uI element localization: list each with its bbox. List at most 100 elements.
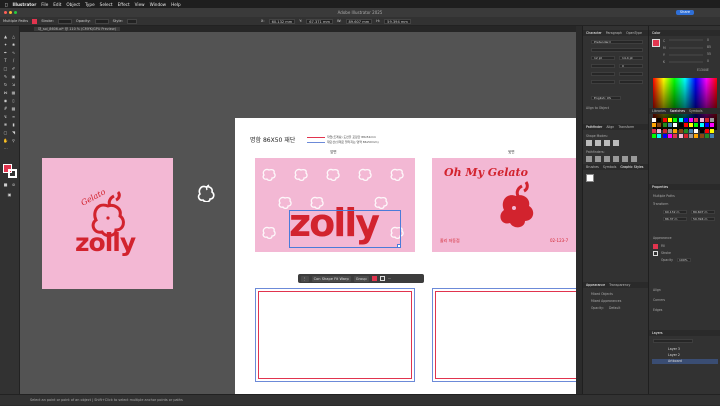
swatch-chip[interactable] [683, 118, 688, 122]
appearance-opacity-value[interactable]: Default [609, 306, 620, 310]
ctx-more-icon[interactable]: ⋯ [388, 277, 392, 281]
swatch-chip[interactable] [699, 133, 704, 138]
lasso-tool-icon[interactable]: ❀ [11, 42, 16, 47]
swatch-chip[interactable] [678, 133, 683, 138]
slice-tool-icon[interactable]: ◥ [11, 130, 16, 135]
swatch-chip[interactable] [667, 133, 672, 138]
menu-window[interactable]: Window [150, 2, 167, 7]
swatch-chip[interactable] [652, 118, 656, 122]
prop-y-field[interactable]: 86.37 m [663, 217, 687, 221]
yellow-slider[interactable] [669, 54, 703, 56]
tab-color[interactable]: Color [652, 30, 660, 36]
y-field[interactable]: 67.371 mm [306, 18, 333, 24]
type-tool-icon[interactable]: T [3, 58, 8, 63]
swatch-chip[interactable] [705, 133, 709, 138]
menu-view[interactable]: View [135, 2, 145, 7]
swatch-chip[interactable] [705, 128, 709, 133]
intersect-icon[interactable] [604, 140, 610, 146]
swatch-chip[interactable] [694, 128, 699, 133]
menu-help[interactable]: Help [171, 2, 181, 7]
scale-tool-icon[interactable]: ⇲ [11, 82, 16, 87]
swatch-chip[interactable] [694, 118, 699, 122]
tracking-field[interactable]: 0 [619, 64, 643, 68]
rectangle-tool-icon[interactable]: □ [3, 66, 8, 71]
swatch-chip[interactable] [683, 128, 688, 133]
h-field[interactable]: 59.394 mm [384, 18, 411, 24]
ctx-color-icon[interactable] [371, 276, 377, 281]
prop-h-field[interactable]: 59.394 m [691, 217, 715, 221]
artboard-tool-icon[interactable]: ▢ [3, 130, 8, 135]
gradient-tool-icon[interactable]: ▩ [11, 106, 16, 111]
symbol-sprayer-tool-icon[interactable]: ❋ [3, 122, 8, 127]
card-back[interactable]: Oh My Gelato 졸리 저동점 02-123-7 [432, 158, 576, 252]
card-empty-left[interactable] [255, 288, 415, 382]
font-family-field[interactable]: Pretendard [591, 40, 643, 44]
apple-icon[interactable]:  [5, 2, 8, 7]
swatch-chip[interactable] [689, 128, 694, 133]
font-style-field[interactable] [591, 48, 643, 52]
tab-swatches[interactable]: Swatches [670, 108, 685, 114]
swatch-chip[interactable] [699, 118, 704, 122]
tab-symbols[interactable]: Symbols [603, 164, 617, 170]
swatch-chip[interactable] [689, 118, 694, 122]
menu-effect[interactable]: Effect [118, 2, 130, 7]
perspective-grid-tool-icon[interactable]: ▯ [11, 98, 16, 103]
swatch-chip[interactable] [678, 128, 683, 133]
w-field[interactable]: 89.607 mm [345, 18, 373, 24]
x-field[interactable]: 60.132 mm [268, 18, 296, 24]
layer-row-1[interactable]: Layer 3 [652, 347, 718, 352]
font-size-field[interactable]: 12 pt [591, 56, 615, 60]
swatch-chip[interactable] [678, 118, 683, 122]
screen-mode-icon[interactable]: ▣ [7, 192, 12, 197]
swatch-chip[interactable] [699, 128, 704, 133]
tab-appearance[interactable]: Appearance [586, 282, 605, 288]
pen-tool-icon[interactable]: ✒ [3, 50, 8, 55]
kerning-field[interactable] [591, 64, 615, 68]
baseline-shift-field[interactable] [591, 80, 615, 84]
graphic-style-default[interactable] [586, 174, 594, 182]
canvas[interactable]: Gelato zolly 명함 86X50 재단 작업(트레팅) 도련을 포함한… [20, 32, 576, 394]
swatch-chip[interactable] [673, 123, 678, 128]
color-panel-fill-swatch[interactable] [652, 39, 660, 47]
swatch-chip[interactable] [662, 118, 667, 122]
menu-type[interactable]: Type [85, 2, 95, 7]
magenta-value[interactable]: 85 [707, 45, 711, 49]
swatch-chip[interactable] [652, 133, 656, 138]
line-tool-icon[interactable]: / [11, 58, 16, 63]
swatch-chip[interactable] [678, 123, 683, 128]
document-tab[interactable]: 대_sol_8606.ai* @ 110 % (CMYK/GPU Preview… [34, 27, 120, 31]
swatch-chip[interactable] [710, 123, 715, 128]
hex-value[interactable]: E1344E [697, 68, 709, 72]
tab-opentype[interactable]: OpenType [626, 30, 642, 36]
tab-paragraph[interactable]: Paragraph [606, 30, 622, 36]
outline-icon[interactable] [622, 156, 628, 162]
tab-swatches-symbols[interactable]: Symbols [689, 108, 703, 114]
menu-file[interactable]: File [41, 2, 48, 7]
tab-align[interactable]: Align [606, 124, 614, 130]
swatch-chip[interactable] [673, 133, 678, 138]
menu-app[interactable]: Illustrator [13, 2, 37, 7]
prop-stroke-swatch[interactable] [653, 251, 658, 256]
pencil-tool-icon[interactable]: ✎ [3, 74, 8, 79]
magenta-slider[interactable] [669, 47, 703, 49]
swatch-chip[interactable] [705, 118, 709, 122]
hand-tool-icon[interactable]: ✋ [3, 138, 8, 143]
tab-libraries[interactable]: Libraries [652, 108, 666, 114]
tab-properties[interactable]: Properties [652, 184, 668, 190]
ctx-drag-handle-icon[interactable]: ⋮ [301, 275, 309, 282]
minus-back-icon[interactable] [631, 156, 637, 162]
prop-opacity-field[interactable]: 100% [677, 258, 691, 262]
eyedropper-tool-icon[interactable]: ↯ [3, 114, 8, 119]
swatch-chip[interactable] [657, 128, 662, 133]
direct-selection-tool-icon[interactable]: △ [11, 34, 16, 39]
prop-w-field[interactable]: 89.607 m [691, 210, 715, 214]
minimize-window-button[interactable] [9, 11, 12, 14]
zoom-window-button[interactable] [14, 11, 17, 14]
swatch-chip[interactable] [673, 118, 678, 122]
selection-handle[interactable] [397, 244, 401, 248]
mesh-tool-icon[interactable]: # [3, 106, 8, 111]
swatch-chip[interactable] [699, 123, 704, 128]
leading-field[interactable]: 14.4 pt [619, 56, 643, 60]
cyan-slider[interactable] [669, 39, 703, 41]
magic-wand-tool-icon[interactable]: ✦ [3, 42, 8, 47]
